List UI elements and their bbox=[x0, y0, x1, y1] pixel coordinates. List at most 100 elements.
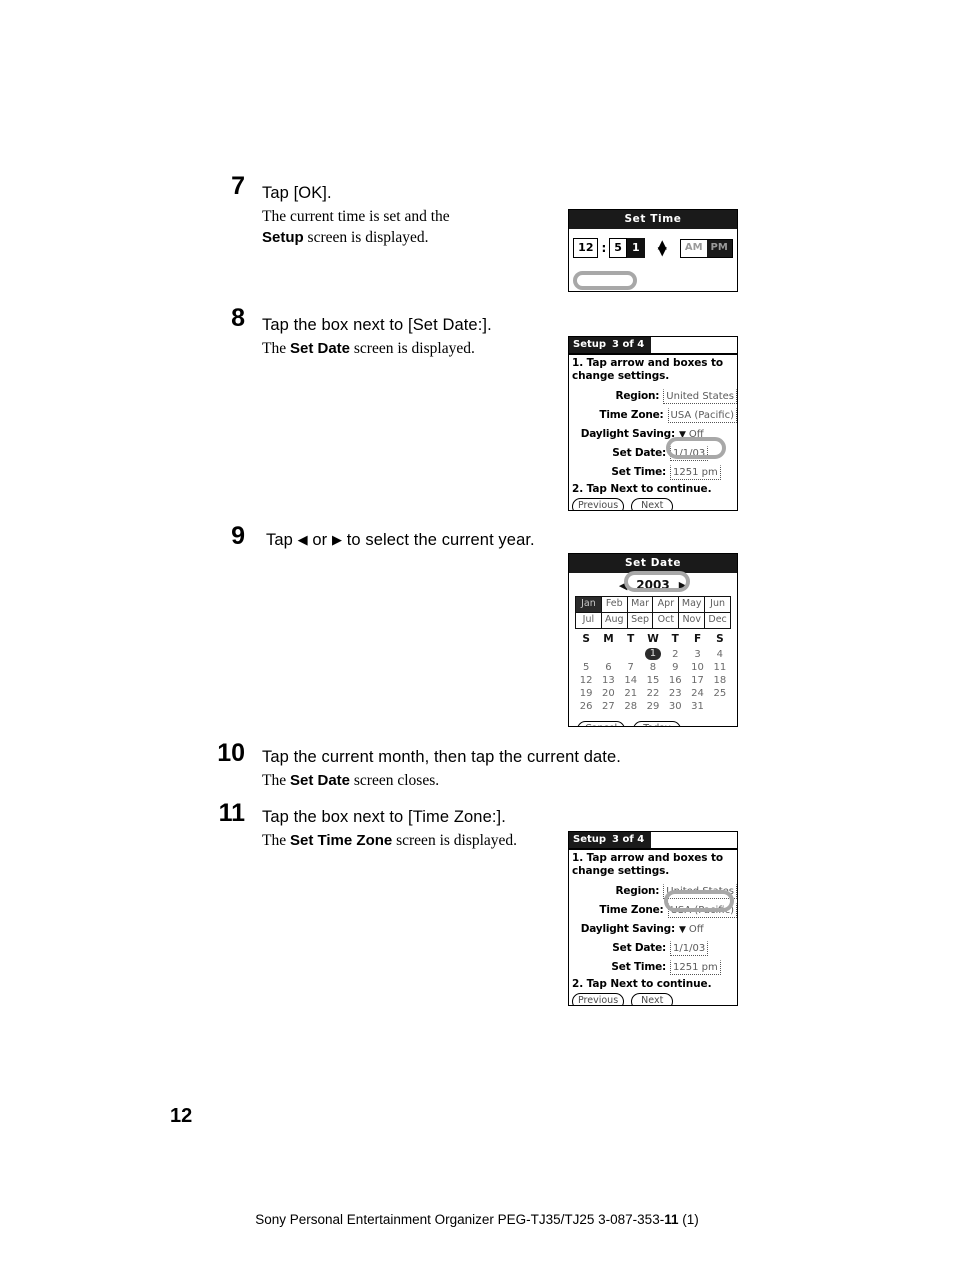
hour-field[interactable]: 12 bbox=[573, 238, 599, 258]
day-cell[interactable]: 9 bbox=[664, 661, 686, 674]
day-cell[interactable]: 10 bbox=[686, 661, 708, 674]
day-cell[interactable]: 16 bbox=[664, 674, 686, 687]
day-cell[interactable] bbox=[575, 647, 597, 661]
day-cell[interactable]: 4 bbox=[709, 647, 731, 661]
day-cell[interactable]: 26 bbox=[575, 700, 597, 713]
month-jun[interactable]: Jun bbox=[704, 596, 731, 613]
setup-a-instruction-line-2: change settings. bbox=[572, 370, 670, 382]
setup-a-region-value[interactable]: United States bbox=[663, 389, 737, 404]
month-aug[interactable]: Aug bbox=[600, 612, 628, 629]
day-cell[interactable] bbox=[597, 647, 619, 661]
day-cell[interactable]: 5 bbox=[575, 661, 597, 674]
setup-a-tab[interactable]: Setup 3 of 4 bbox=[569, 337, 652, 353]
day-cell[interactable]: 24 bbox=[686, 687, 708, 700]
day-cell[interactable]: 3 bbox=[686, 647, 708, 661]
day-cell[interactable]: 8 bbox=[642, 661, 664, 674]
minute-tens-field[interactable]: 5 bbox=[609, 238, 627, 258]
year-previous-icon[interactable]: ◀ bbox=[619, 580, 627, 591]
step-10-body-bold: Set Date bbox=[289, 772, 351, 789]
setup-a-setdate-row: Set Date: 1/1/03 bbox=[569, 444, 737, 463]
day-cell[interactable]: 6 bbox=[597, 661, 619, 674]
pm-button[interactable]: PM bbox=[706, 239, 732, 257]
day-cell[interactable]: 31 bbox=[686, 700, 708, 713]
step-7-body-line-1: The current time is set and the bbox=[262, 208, 450, 225]
day-cell[interactable]: 25 bbox=[709, 687, 731, 700]
stepper-down-icon[interactable]: ▼ bbox=[658, 245, 667, 257]
month-dec[interactable]: Dec bbox=[704, 612, 731, 629]
setup-a-timezone-label: Time Zone: bbox=[599, 409, 664, 421]
setup-b-tab-bar: Setup 3 of 4 bbox=[569, 832, 737, 850]
weekday-sun: S bbox=[582, 633, 590, 645]
step-8-body-rest: screen is displayed. bbox=[350, 340, 475, 357]
day-cell[interactable]: 30 bbox=[664, 700, 686, 713]
month-sep[interactable]: Sep bbox=[626, 612, 654, 629]
setup-b-daylight-value[interactable]: Off bbox=[689, 923, 706, 936]
year-next-icon[interactable]: ▶ bbox=[679, 580, 687, 591]
setup-a-daylight-value[interactable]: Off bbox=[689, 428, 706, 441]
setup-b-daylight-dropdown-icon[interactable]: ▼ bbox=[679, 925, 686, 935]
time-colon: : bbox=[601, 241, 607, 255]
selected-day-value: 1 bbox=[644, 648, 662, 660]
day-cell[interactable]: 28 bbox=[620, 700, 642, 713]
year-selector[interactable]: ◀ 2003 ▶ bbox=[569, 573, 737, 596]
setup-b-timezone-label: Time Zone: bbox=[599, 904, 664, 916]
set-date-today-button[interactable]: Today bbox=[633, 721, 681, 726]
day-cell[interactable] bbox=[620, 647, 642, 661]
meridiem-toggle[interactable]: AM PM bbox=[679, 238, 733, 258]
set-time-title: Set Time bbox=[569, 210, 737, 229]
setup-b-instruction-line-1: 1. Tap arrow and boxes to bbox=[572, 852, 724, 864]
month-apr[interactable]: Apr bbox=[652, 596, 680, 613]
day-cell[interactable]: 11 bbox=[709, 661, 731, 674]
day-grid[interactable]: S M T W T F S 1 2 3 4 5 6 7 8 9 10 11 12 bbox=[575, 633, 731, 713]
right-arrow-icon: ▶ bbox=[331, 532, 343, 547]
day-cell[interactable]: 15 bbox=[642, 674, 664, 687]
am-button[interactable]: AM bbox=[680, 239, 707, 257]
month-mar[interactable]: Mar bbox=[626, 596, 654, 613]
setup-b-region-value[interactable]: United States bbox=[663, 884, 737, 899]
set-date-cancel-button[interactable]: Cancel bbox=[577, 721, 626, 726]
month-grid[interactable]: Jan Feb Mar Apr May Jun Jul Aug Sep Oct … bbox=[575, 596, 731, 629]
day-cell[interactable]: 12 bbox=[575, 674, 597, 687]
setup-b-next-button[interactable]: Next bbox=[631, 993, 674, 1005]
day-cell[interactable]: 21 bbox=[620, 687, 642, 700]
day-cell[interactable]: 2 bbox=[664, 647, 686, 661]
day-cell[interactable] bbox=[709, 700, 731, 713]
setup-a-previous-button[interactable]: Previous bbox=[572, 498, 625, 510]
day-cell[interactable]: 27 bbox=[597, 700, 619, 713]
month-may[interactable]: May bbox=[678, 596, 706, 613]
month-jul[interactable]: Jul bbox=[575, 612, 602, 629]
day-cell[interactable]: 18 bbox=[709, 674, 731, 687]
setup-a-daylight-dropdown-icon[interactable]: ▼ bbox=[679, 430, 686, 440]
setup-b-setdate-value[interactable]: 1/1/03 bbox=[670, 941, 709, 956]
setup-b-settime-label: Set Time: bbox=[611, 961, 666, 973]
step-7-body-bold: Setup bbox=[262, 229, 304, 246]
setup-a-timezone-value[interactable]: USA (Pacific) bbox=[667, 408, 737, 423]
day-cell[interactable]: 13 bbox=[597, 674, 619, 687]
setup-a-setdate-value[interactable]: 1/1/03 bbox=[670, 446, 709, 461]
month-feb[interactable]: Feb bbox=[600, 596, 628, 613]
day-cell[interactable]: 20 bbox=[597, 687, 619, 700]
day-cell[interactable]: 17 bbox=[686, 674, 708, 687]
month-nov[interactable]: Nov bbox=[678, 612, 706, 629]
setup-b-tab-page: 3 of 4 bbox=[612, 834, 645, 845]
day-cell[interactable]: 14 bbox=[620, 674, 642, 687]
time-stepper[interactable]: ▲ ▼ bbox=[658, 238, 667, 257]
minute-ones-field[interactable]: 1 bbox=[626, 238, 645, 258]
step-8-body-bold: Set Date bbox=[289, 340, 351, 357]
day-cell[interactable]: 23 bbox=[664, 687, 686, 700]
setup-a-next-button[interactable]: Next bbox=[631, 498, 674, 510]
month-jan[interactable]: Jan bbox=[575, 596, 602, 613]
day-cell[interactable]: 19 bbox=[575, 687, 597, 700]
day-cell[interactable]: 7 bbox=[620, 661, 642, 674]
left-arrow-icon: ◀ bbox=[297, 532, 308, 547]
month-oct[interactable]: Oct bbox=[652, 612, 680, 629]
setup-a-settime-value[interactable]: 1251 pm bbox=[670, 465, 721, 480]
setup-b-tab[interactable]: Setup 3 of 4 bbox=[569, 832, 652, 848]
setup-b-timezone-value[interactable]: USA (Pacific) bbox=[667, 903, 737, 918]
setup-a-instruction: 1. Tap arrow and boxes to change setting… bbox=[569, 355, 737, 383]
day-cell[interactable]: 22 bbox=[642, 687, 664, 700]
day-cell-selected[interactable]: 1 bbox=[642, 647, 664, 661]
day-cell[interactable]: 29 bbox=[642, 700, 664, 713]
setup-b-previous-button[interactable]: Previous bbox=[572, 993, 625, 1005]
setup-b-settime-value[interactable]: 1251 pm bbox=[670, 960, 721, 975]
